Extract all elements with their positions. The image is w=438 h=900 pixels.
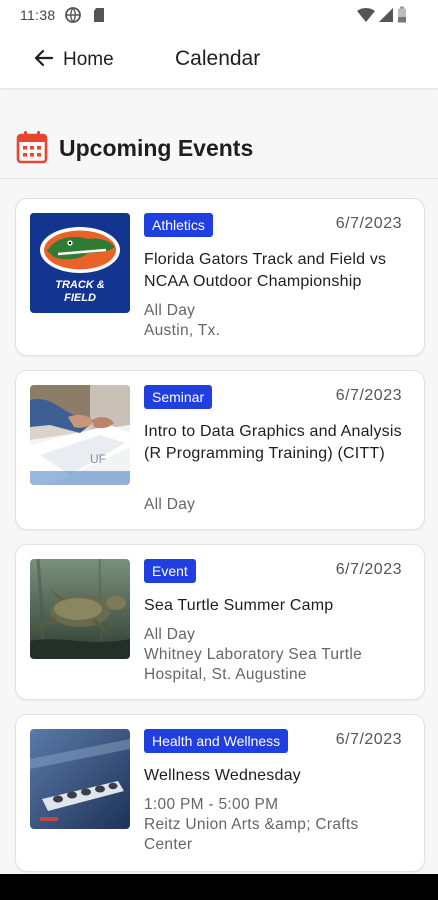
- event-time: All Day: [144, 626, 196, 643]
- event-image-sea-turtle: [30, 559, 130, 659]
- page-title: Calendar: [175, 47, 261, 70]
- vpn-globe-icon: [64, 6, 82, 27]
- back-button[interactable]: Home: [34, 47, 114, 73]
- app-bar: Home Calendar: [0, 30, 438, 89]
- status-bar: 11:38: [0, 0, 438, 30]
- section-header: Upcoming Events: [0, 120, 438, 179]
- event-date: 6/7/2023: [335, 561, 402, 578]
- laptop-brand-text: UF: [90, 452, 106, 466]
- event-card[interactable]: Health and Wellness 6/7/2023 Wellness We…: [15, 714, 425, 872]
- event-image-gators-logo: TRACK & FIELD: [30, 213, 130, 313]
- calendar-icon: [16, 130, 48, 169]
- event-date: 6/7/2023: [335, 387, 402, 404]
- event-card[interactable]: UF Seminar 6/7/2023 Intro to Data Graphi…: [15, 370, 425, 530]
- event-location: Whitney Laboratory Sea Turtle Hospital, …: [144, 646, 363, 683]
- logo-text-line2: FIELD: [64, 292, 96, 304]
- event-time: All Day: [144, 302, 196, 319]
- back-label: Home: [63, 49, 114, 70]
- event-date: 6/7/2023: [335, 731, 402, 748]
- event-image-laptop: UF: [30, 385, 130, 485]
- event-card[interactable]: Event 6/7/2023 Sea Turtle Summer Camp Al…: [15, 544, 425, 700]
- battery-icon: [397, 6, 407, 27]
- event-title: Wellness Wednesday: [144, 767, 301, 784]
- status-time: 11:38: [20, 7, 56, 23]
- event-title: Florida Gators Track and Field vs NCAA O…: [144, 251, 387, 290]
- event-location: Austin, Tx.: [144, 322, 221, 339]
- category-badge: Seminar: [144, 385, 213, 409]
- logo-text-line1: TRACK &: [55, 279, 105, 291]
- category-badge: Athletics: [144, 213, 213, 237]
- arrow-left-icon: [34, 48, 54, 73]
- category-badge: Event: [144, 559, 196, 583]
- sd-card-icon: [92, 6, 106, 27]
- event-time: All Day: [144, 496, 196, 513]
- event-time: 1:00 PM - 5:00 PM: [144, 796, 279, 813]
- event-card[interactable]: TRACK & FIELD Athletics 6/7/2023 Florida…: [15, 198, 425, 356]
- event-title: Sea Turtle Summer Camp: [144, 597, 334, 614]
- event-title: Intro to Data Graphics and Analysis (R P…: [144, 423, 402, 462]
- event-image-wellness: [30, 729, 130, 829]
- category-badge: Health and Wellness: [144, 729, 289, 753]
- event-location: Reitz Union Arts &amp; Crafts Center: [144, 816, 359, 853]
- system-nav-bar: [0, 874, 438, 900]
- section-title: Upcoming Events: [59, 135, 254, 161]
- signal-icon: [378, 6, 394, 27]
- wifi-icon: [356, 6, 376, 27]
- event-date: 6/7/2023: [335, 215, 402, 232]
